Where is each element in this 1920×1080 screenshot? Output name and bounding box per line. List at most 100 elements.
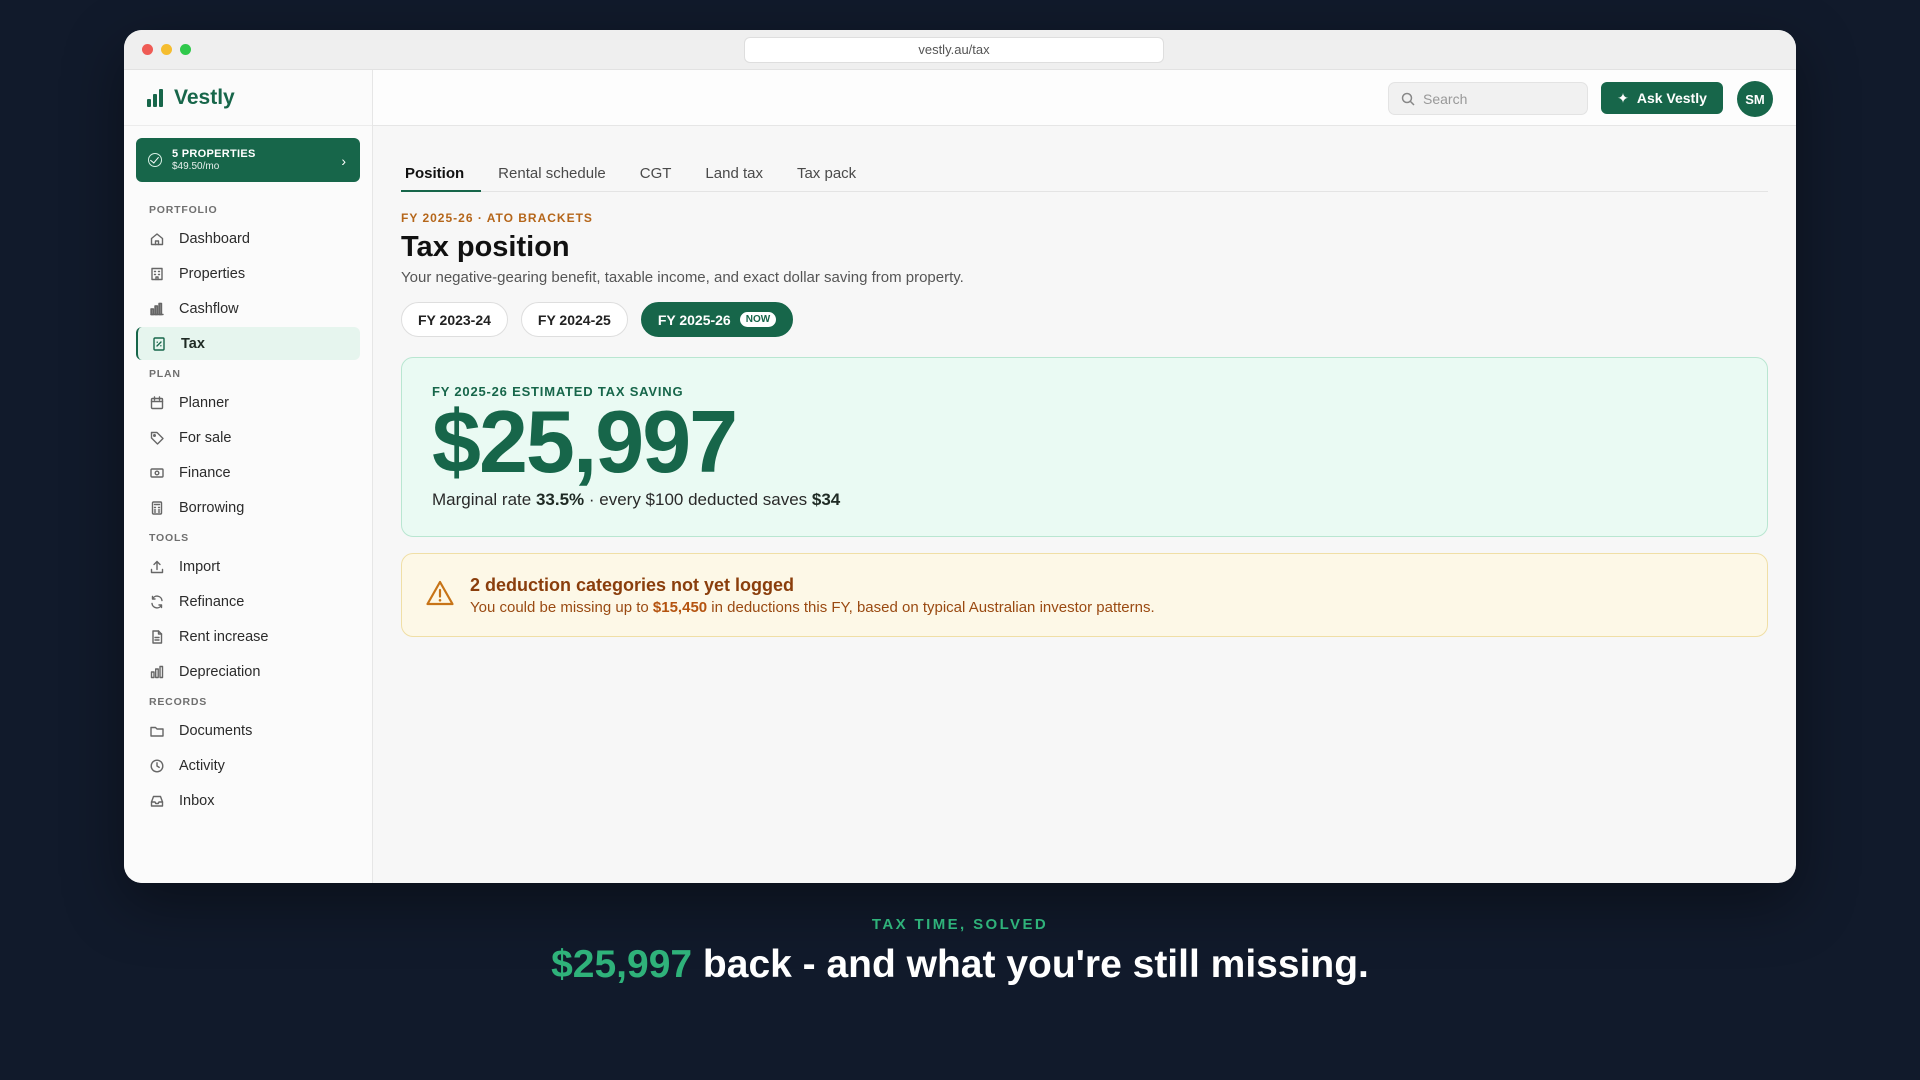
app: Vestly 5 PROPERTIES $49.50/mo › PORTFOLI… [124,70,1796,883]
sidebar-item-label: Tax [181,335,205,352]
file-icon [149,629,165,645]
nav-section-plan: PLAN [149,368,181,380]
now-badge: NOW [739,312,777,327]
rate-prefix: Marginal rate [432,490,536,509]
fy-pill-fy-2024-25[interactable]: FY 2024-25 [520,302,628,337]
chevron-right-icon: › [341,153,346,169]
window-controls [142,44,191,55]
building-icon [149,266,165,282]
warning-triangle-icon [426,580,454,611]
sidebar-item-label: Properties [179,265,246,282]
caption-accent: $25,997 [551,943,693,986]
sidebar-item-label: Depreciation [179,663,261,680]
page-subtitle: Your negative-gearing benefit, taxable i… [401,269,964,286]
sidebar-item-properties[interactable]: Properties [136,257,360,290]
caption-title: $25,997 back - and what you're still mis… [0,943,1920,987]
clock-icon [149,758,165,774]
rate-mid: · every $100 deducted saves [584,490,812,509]
ask-vestly-label: Ask Vestly [1636,90,1707,106]
fy-pill-label: FY 2024-25 [537,311,611,328]
sidebar-item-depreciation[interactable]: Depreciation [136,655,360,688]
url-bar[interactable]: vestly.au/tax [744,37,1164,63]
tab-rental-schedule[interactable]: Rental schedule [494,152,623,191]
sidebar-item-planner[interactable]: Planner [136,386,360,419]
tab-bar: Position Rental schedule CGT Land tax Tax pa… [401,152,1768,192]
sidebar-item-label: Planner [179,394,229,411]
warning-title: 2 deduction categories not yet logged [470,574,795,595]
plan-title: 5 PROPERTIES [172,148,256,160]
plan-card[interactable]: 5 PROPERTIES $49.50/mo › [136,138,360,182]
sidebar-nav: PORTFOLIO Dashboard Properties Cashflow Tax P… [124,192,372,817]
maximize-window-button[interactable] [180,44,191,55]
marketing-caption: TAX TIME, SOLVED $25,997 back - and what… [0,916,1920,987]
sidebar-item-label: Import [179,558,221,575]
missing-amount: $15,450 [652,598,708,616]
tab-cgt[interactable]: CGT [636,152,689,191]
sidebar-item-borrowing[interactable]: Borrowing [136,491,360,524]
page-title: Tax position [401,231,570,263]
nav-section-tools: TOOLS [149,532,189,544]
tax-saving-card: FY 2025-26 ESTIMATED TAX SAVING $25,997 … [401,357,1768,537]
sidebar-item-cashflow[interactable]: Cashflow [136,292,360,325]
bar-chart-logo-icon [146,88,166,107]
fy-selector: FY 2023-24 FY 2024-25 FY 2025-26 NOW [401,302,1768,337]
deduction-warning-card[interactable]: 2 deduction categories not yet logged Yo… [401,553,1768,637]
search-icon [1401,92,1415,106]
sidebar-item-label: Activity [179,757,225,774]
calculator-icon [149,500,165,516]
sidebar-item-inbox[interactable]: Inbox [136,784,360,817]
brand-name: Vestly [174,85,235,109]
sidebar-item-for-sale[interactable]: For sale [136,421,360,454]
tag-icon [149,430,165,446]
browser-window: vestly.au/tax Vestly 5 PROPERTIES $49.50… [124,30,1796,883]
avatar[interactable]: SM [1737,81,1773,117]
sidebar-item-import[interactable]: Import [136,550,360,583]
sidebar-item-label: Refinance [179,593,245,610]
calendar-icon [149,395,165,411]
folder-icon [149,723,165,739]
tab-tax-pack[interactable]: Tax pack [793,152,873,191]
sidebar-item-dashboard[interactable]: Dashboard [136,222,360,255]
sidebar-item-refinance[interactable]: Refinance [136,585,360,618]
fy-pill-label: FY 2025-26 [657,311,731,328]
sidebar-item-label: Borrowing [179,499,245,516]
sidebar-item-label: Cashflow [179,300,239,317]
nav-section-records: RECORDS [149,696,208,708]
fy-pill-fy-2025-26[interactable]: FY 2025-26 NOW [640,302,794,337]
sidebar: Vestly 5 PROPERTIES $49.50/mo › PORTFOLI… [124,70,373,883]
search-placeholder: Search [1423,90,1468,107]
sparkle-icon: ✦ [1617,89,1629,106]
sidebar-item-tax[interactable]: Tax [136,327,360,360]
warning-prefix: You could be missing up to [470,598,653,616]
browser-titlebar: vestly.au/tax [124,30,1796,70]
sidebar-item-label: Rent increase [179,628,269,645]
main: Search ✦ Ask Vestly SM Position Rental sc… [373,70,1796,883]
tab-land-tax[interactable]: Land tax [701,152,780,191]
sidebar-item-documents[interactable]: Documents [136,714,360,747]
ask-vestly-button[interactable]: ✦ Ask Vestly [1601,82,1723,114]
search-input[interactable]: Search [1388,82,1588,115]
topbar: Search ✦ Ask Vestly SM [373,70,1796,126]
brand[interactable]: Vestly [124,70,372,126]
sidebar-item-label: Inbox [179,792,215,809]
fy-pill-fy-2023-24[interactable]: FY 2023-24 [401,302,508,337]
check-circle-icon [148,153,162,167]
nav-section-portfolio: PORTFOLIO [149,204,218,216]
tab-position[interactable]: Position [401,152,482,192]
refresh-icon [149,594,165,610]
saving-amount: $25,997 [432,392,738,491]
caption-eyebrow: TAX TIME, SOLVED [871,916,1049,933]
sidebar-item-finance[interactable]: Finance [136,456,360,489]
saves-per-100: $34 [811,490,841,509]
minimize-window-button[interactable] [161,44,172,55]
receipt-icon [151,336,167,352]
marginal-rate-line: Marginal rate 33.5% · every $100 deducte… [432,490,1737,510]
sidebar-item-activity[interactable]: Activity [136,749,360,782]
close-window-button[interactable] [142,44,153,55]
sidebar-item-label: Documents [179,722,253,739]
banknote-icon [149,465,165,481]
sidebar-item-label: For sale [179,429,232,446]
warning-suffix: in deductions this FY, based on typical … [707,598,1155,616]
sidebar-item-label: Finance [179,464,231,481]
sidebar-item-rent-increase[interactable]: Rent increase [136,620,360,653]
